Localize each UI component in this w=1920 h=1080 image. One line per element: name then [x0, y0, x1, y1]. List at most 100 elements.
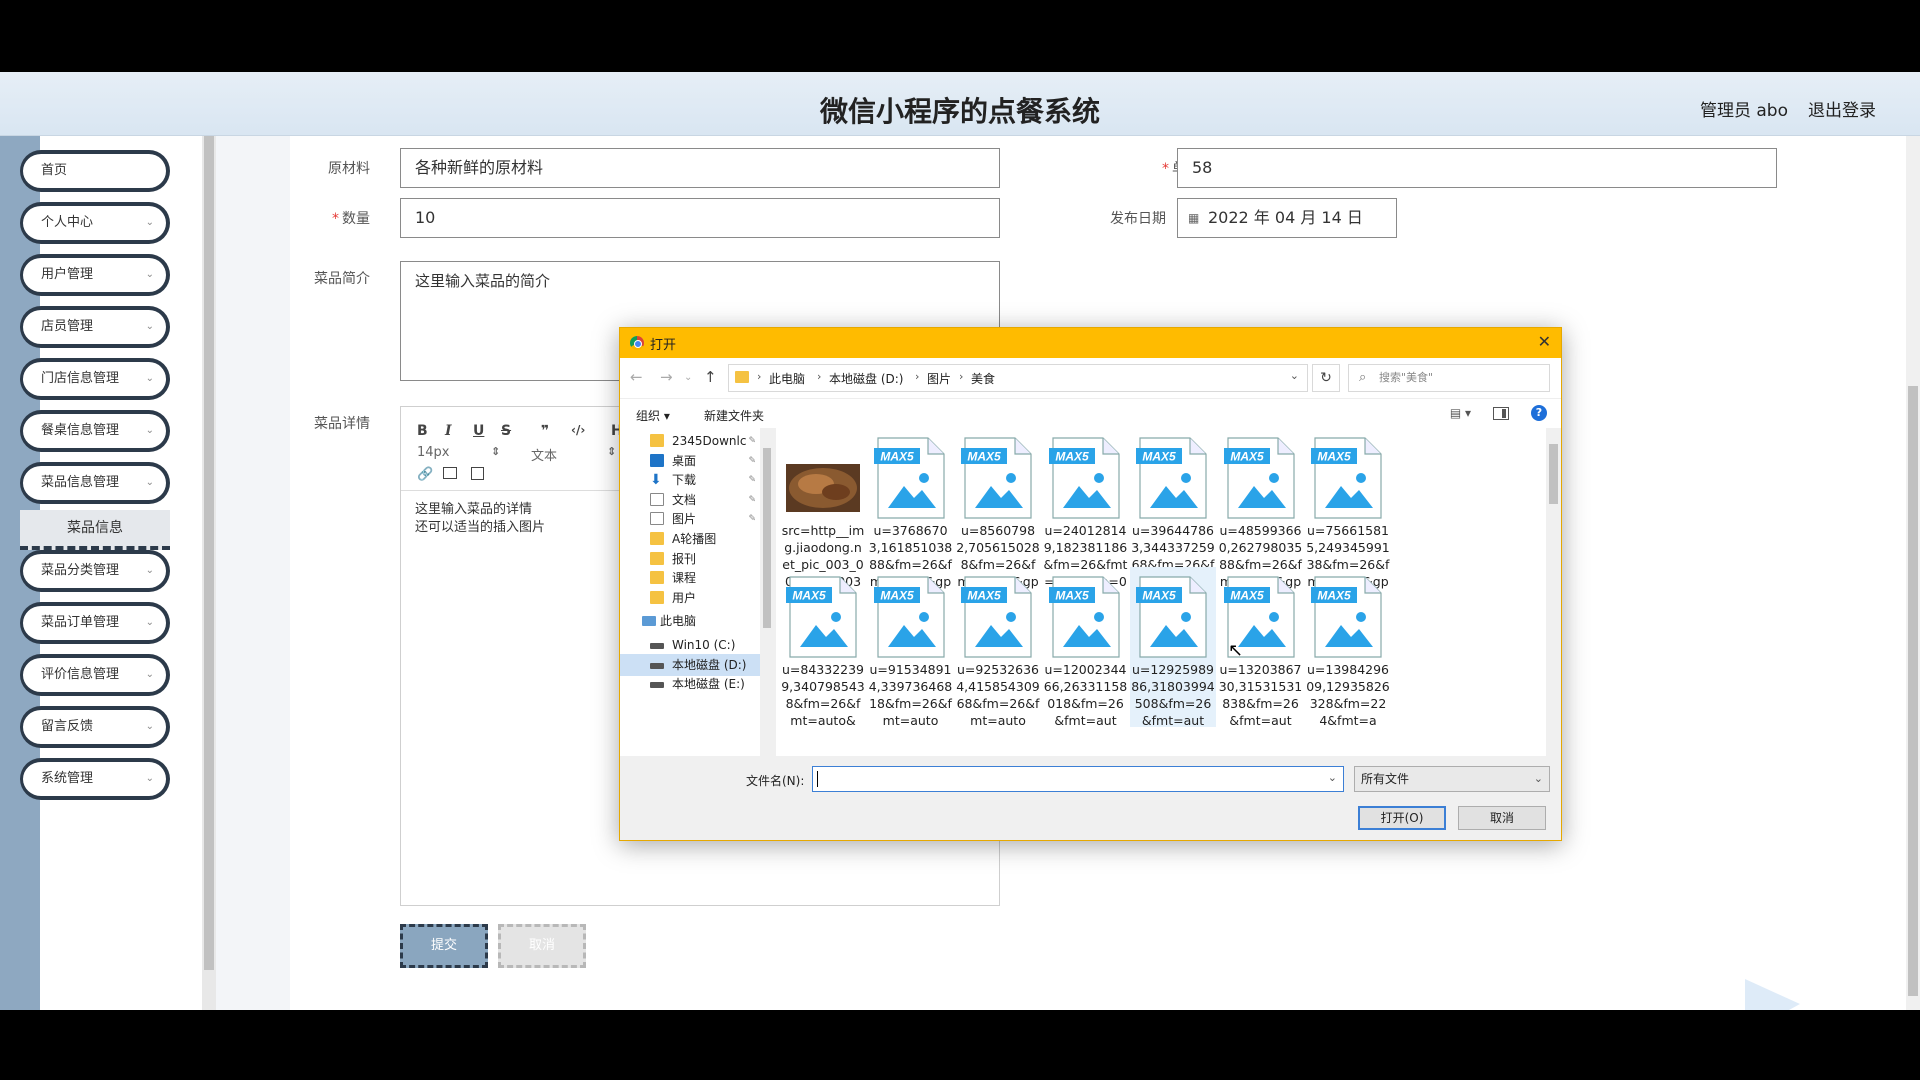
header: 微信小程序的点餐系统 管理员 abo 退出登录 — [0, 72, 1920, 136]
image-file-icon: MAX5 — [1048, 436, 1123, 520]
svg-text:MAX5: MAX5 — [880, 589, 914, 603]
sidebar-item[interactable]: 留言反馈 ⌄ — [20, 706, 170, 748]
nav-item-drive[interactable]: 本地磁盘 (E:) — [620, 673, 760, 695]
price-input[interactable]: 58 — [1177, 148, 1777, 188]
sidebar-scrollbar[interactable] — [202, 136, 216, 1010]
file-item[interactable]: src=http__img.jiaodong.net_pic_003_004_3… — [780, 428, 866, 589]
image-icon[interactable] — [443, 467, 457, 479]
quantity-input[interactable]: 10 — [400, 198, 1000, 238]
address-dropdown-icon[interactable]: ⌄ — [1290, 369, 1299, 382]
folder-icon — [650, 532, 664, 545]
sidebar-item[interactable]: 个人中心 ⌄ — [20, 202, 170, 244]
dialog-titlebar[interactable]: 打开 ✕ — [620, 328, 1561, 358]
file-type-select[interactable]: 所有文件 ⌄ — [1354, 766, 1550, 792]
breadcrumb-item[interactable]: 图片 — [927, 370, 951, 387]
file-item[interactable]: MAX5u=756615815,24934599138&fm=26&fmt=au… — [1305, 428, 1391, 589]
view-options-icon[interactable]: ▤ ▾ — [1450, 406, 1471, 420]
sidebar-item[interactable]: 首页 — [20, 150, 170, 192]
sidebar-scroll-thumb[interactable] — [204, 136, 214, 970]
font-select[interactable]: 文本 — [531, 445, 557, 464]
dialog-cancel-button[interactable]: 取消 — [1458, 806, 1546, 830]
drive-icon — [650, 682, 664, 689]
dialog-close-button[interactable]: ✕ — [1538, 332, 1551, 351]
date-picker[interactable]: ▦ 2022 年 04 月 14 日 — [1177, 198, 1397, 238]
filename-dropdown-icon[interactable]: ⌄ — [1328, 771, 1337, 784]
sidebar-item[interactable]: 用户管理 ⌄ — [20, 254, 170, 296]
back-arrow-icon[interactable]: ← — [630, 368, 643, 386]
refresh-button[interactable]: ↻ — [1312, 364, 1340, 392]
open-button[interactable]: 打开(O) — [1358, 806, 1446, 830]
chrome-icon — [630, 336, 644, 350]
file-item[interactable]: MAX5u=240128149,182381186&fm=26&fmt=auto… — [1043, 428, 1129, 589]
sidebar-item[interactable]: 评价信息管理 ⌄ — [20, 654, 170, 696]
file-item[interactable]: MAX5 u=843322399,3407985438&fm=26&fmt=aut… — [780, 567, 866, 728]
file-item[interactable]: MAX5 u=1200234466,26331158018&fm=26&fmt=a… — [1043, 567, 1129, 728]
file-item[interactable]: MAX5u=396447863,34433725968&fm=26&fmt=au… — [1130, 428, 1216, 589]
new-folder-button[interactable]: 新建文件夹 — [704, 407, 764, 424]
navigation-pane: 2345Downlc ✎ 桌面 ✎ ⬇ 下载 ✎ 文档 ✎ 图片 ✎ A轮播图 报刊 课程 用户 此电脑 Win… — [620, 428, 774, 756]
filename-input[interactable]: ⌄ — [812, 766, 1344, 792]
file-item[interactable]: MAX5 u=915348914,33973646818&fm=26&fmt=au… — [868, 567, 954, 728]
preview-pane-icon[interactable] — [1493, 407, 1509, 420]
nav-item[interactable]: 用户 — [620, 587, 760, 609]
help-icon[interactable]: ? — [1531, 405, 1547, 421]
pictures-icon — [650, 512, 664, 526]
bold-button[interactable]: B — [417, 423, 428, 439]
sidebar-item[interactable]: 菜品订单管理 ⌄ — [20, 602, 170, 644]
organize-menu[interactable]: 组织 ▾ — [636, 407, 670, 424]
dialog-navbar: ← → ⌄ ↑ › 此电脑 › 本地磁盘 (D:) › 图片 › 美食 ⌄ ↻ … — [620, 358, 1561, 398]
file-item[interactable]: MAX5u=37686703,16185103888&fm=26&fmt=aut… — [868, 428, 954, 589]
page-scroll-thumb[interactable] — [1908, 386, 1918, 996]
sidebar-item[interactable]: 菜品信息管理 ⌄ — [20, 462, 170, 504]
link-icon[interactable]: 🔗 — [417, 467, 433, 482]
svg-text:MAX5: MAX5 — [1142, 589, 1176, 603]
nav-item-label: 2345Downlc — [672, 434, 747, 448]
file-open-dialog: 打开 ✕ ← → ⌄ ↑ › 此电脑 › 本地磁盘 (D:) › 图片 › 美食… — [619, 327, 1562, 841]
up-arrow-icon[interactable]: ↑ — [704, 368, 717, 386]
download-icon: ⬇ — [650, 472, 662, 489]
chevron-down-icon: ⌄ — [145, 617, 154, 628]
sidebar-item[interactable]: 餐桌信息管理 ⌄ — [20, 410, 170, 452]
file-item[interactable]: MAX5 u=925326364,41585430968&fm=26&fmt=au… — [955, 567, 1041, 728]
sidebar-item[interactable]: 店员管理 ⌄ — [20, 306, 170, 348]
code-button[interactable]: ‹/› — [571, 423, 585, 437]
forward-arrow-icon[interactable]: → — [660, 368, 673, 386]
submenu-item-dish-info[interactable]: 菜品信息 — [20, 510, 170, 550]
cancel-button[interactable]: 取消 — [498, 924, 586, 968]
material-input[interactable]: 各种新鲜的原材料 — [400, 148, 1000, 188]
file-item[interactable]: MAX5u=485993660,26279803588&fm=26&fmt=au… — [1218, 428, 1304, 589]
strike-button[interactable]: S — [501, 423, 511, 439]
breadcrumb-item[interactable]: 此电脑 — [769, 370, 805, 387]
italic-button[interactable]: I — [445, 423, 452, 439]
video-icon[interactable] — [471, 467, 484, 480]
underline-button[interactable]: U — [473, 423, 484, 439]
sidebar-item[interactable]: 门店信息管理 ⌄ — [20, 358, 170, 400]
image-file-icon: MAX5 — [873, 436, 948, 520]
file-type-value: 所有文件 — [1361, 772, 1410, 786]
nav-scrollbar[interactable] — [760, 428, 774, 756]
file-item[interactable]: MAX5u=85607982,7056150288&fm=26&fmt=auto… — [955, 428, 1041, 589]
logout-link[interactable]: 退出登录 — [1808, 96, 1876, 121]
submit-button[interactable]: 提交 — [400, 924, 488, 968]
food-photo-thumbnail — [786, 436, 860, 520]
search-input[interactable]: ⌕ 搜索"美食" — [1348, 364, 1550, 392]
image-file-icon: MAX5 — [786, 575, 860, 659]
image-file-icon: MAX5 — [1136, 575, 1210, 659]
nav-scroll-thumb[interactable] — [763, 448, 771, 628]
breadcrumb-item[interactable]: 本地磁盘 (D:) — [829, 370, 903, 387]
page-scrollbar[interactable] — [1906, 136, 1920, 1010]
file-item[interactable]: MAX5 u=1292598986,31803994508&fm=26&fmt=a… — [1130, 567, 1216, 728]
font-size-select[interactable]: 14px — [417, 445, 450, 460]
breadcrumb-item[interactable]: 美食 — [971, 370, 995, 387]
nav-item-this-pc[interactable]: 此电脑 — [620, 610, 760, 632]
sidebar-item[interactable]: 系统管理 ⌄ — [20, 758, 170, 800]
file-scroll-thumb[interactable] — [1549, 444, 1558, 504]
recent-chevron-icon[interactable]: ⌄ — [684, 372, 692, 383]
quote-button[interactable]: ❞ — [541, 423, 549, 439]
screen: 微信小程序的点餐系统 管理员 abo 退出登录 首页个人中心 ⌄ 用户管理 ⌄ 店员管理… — [0, 0, 1920, 1080]
chevron-down-icon: ⌄ — [145, 565, 154, 576]
address-bar[interactable]: › 此电脑 › 本地磁盘 (D:) › 图片 › 美食 ⌄ — [728, 364, 1308, 392]
sidebar-item[interactable]: 菜品分类管理 ⌄ — [20, 550, 170, 592]
file-item[interactable]: MAX5 u=1398429609,12935826328&fm=224&fmt=… — [1305, 567, 1391, 728]
file-list-scrollbar[interactable] — [1546, 428, 1561, 756]
